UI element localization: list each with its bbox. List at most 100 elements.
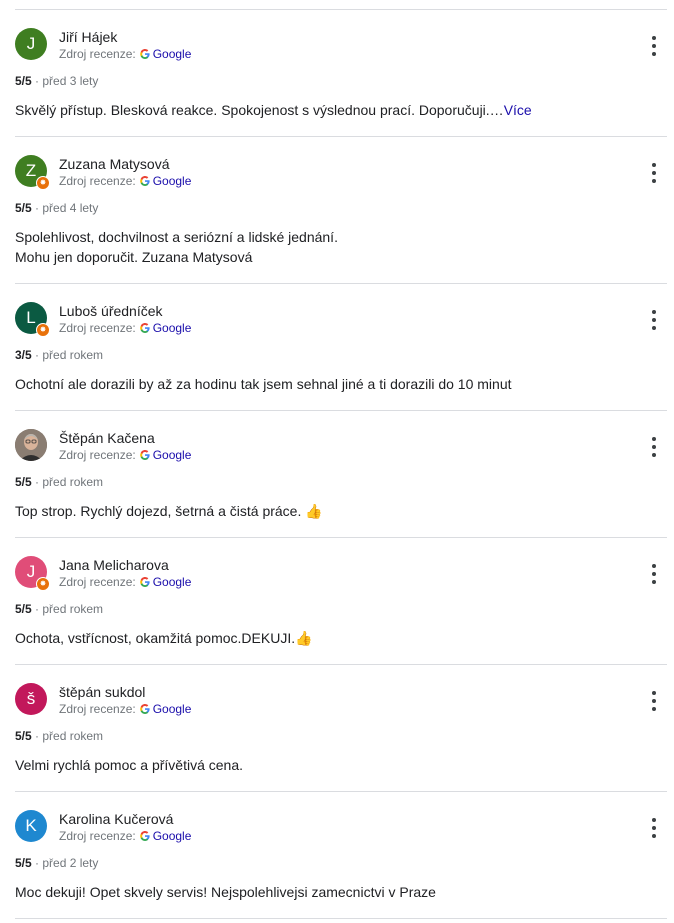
local-guide-badge-icon: ✸	[36, 323, 50, 337]
review-time: před 4 lety	[42, 201, 99, 215]
review-meta: 5/5 · před rokem	[15, 475, 104, 489]
review-text-body: Skvělý přístup. Blesková reakce. Spokoje…	[15, 102, 504, 118]
source-label: Zdroj recenze:	[59, 702, 136, 716]
google-link[interactable]: Google	[153, 575, 192, 589]
local-guide-badge-icon: ✸	[36, 176, 50, 190]
review-item: L ✸ Luboš úředníček Zdroj recenze: Google …	[15, 284, 667, 411]
review-item: K Karolina Kučerová Zdroj recenze: Google…	[15, 792, 667, 919]
google-icon	[139, 323, 150, 333]
reviewer-name[interactable]: Karolina Kučerová	[59, 811, 173, 827]
review-source: Zdroj recenze: Google	[59, 702, 191, 716]
source-label: Zdroj recenze:	[59, 174, 136, 188]
rating: 5/5	[15, 74, 32, 88]
dot	[652, 171, 656, 175]
review-source: Zdroj recenze: Google	[59, 321, 191, 335]
review-text-line: Mohu jen doporučit. Zuzana Matysová	[15, 249, 253, 265]
dot	[652, 36, 656, 40]
google-icon	[139, 577, 150, 587]
google-link[interactable]: Google	[153, 702, 192, 716]
reviewer-name[interactable]: Jana Melicharova	[59, 557, 169, 573]
reviewer-name[interactable]: Jiří Hájek	[59, 29, 117, 45]
avatar-initial: Z	[25, 161, 37, 180]
source-label: Zdroj recenze:	[59, 47, 136, 61]
more-link[interactable]: Více	[504, 102, 532, 118]
google-icon	[139, 831, 150, 841]
more-options-button[interactable]	[644, 163, 664, 183]
reviewer-name[interactable]: Štěpán Kačena	[59, 430, 155, 446]
rating: 5/5	[15, 856, 32, 870]
dot	[652, 699, 656, 703]
review-time: před rokem	[42, 602, 104, 616]
review-source: Zdroj recenze: Google	[59, 174, 191, 188]
reviews-list: J Jiří Hájek Zdroj recenze: Google 5/5 · …	[15, 9, 667, 919]
dot	[652, 44, 656, 48]
avatar[interactable]	[15, 429, 47, 461]
google-link[interactable]: Google	[153, 321, 192, 335]
more-options-button[interactable]	[644, 691, 664, 711]
dot	[652, 564, 656, 568]
reviewer-name[interactable]: Luboš úředníček	[59, 303, 163, 319]
review-text: Spolehlivost, dochvilnost a seriózní a l…	[15, 227, 338, 267]
avatar[interactable]: J ✸	[15, 556, 50, 591]
dot	[652, 326, 656, 330]
profile-photo	[15, 429, 47, 461]
dot	[652, 179, 656, 183]
more-options-button[interactable]	[644, 437, 664, 457]
avatar[interactable]: J	[15, 28, 47, 60]
review-text: Ochota, vstřícnost, okamžitá pomoc.DEKUJ…	[15, 630, 313, 646]
dot	[652, 453, 656, 457]
review-meta: 5/5 · před 2 lety	[15, 856, 99, 870]
dot	[652, 826, 656, 830]
review-item: J ✸ Jana Melicharova Zdroj recenze: Google…	[15, 538, 667, 665]
more-options-button[interactable]	[644, 36, 664, 56]
avatar[interactable]: K	[15, 810, 47, 842]
review-text: Top strop. Rychlý dojezd, šetrná a čistá…	[15, 503, 323, 519]
more-options-button[interactable]	[644, 818, 664, 838]
avatar[interactable]: L ✸	[15, 302, 50, 337]
review-meta: 5/5 · před rokem	[15, 602, 104, 616]
review-time: před 2 lety	[42, 856, 99, 870]
review-meta: 3/5 · před rokem	[15, 348, 104, 362]
avatar[interactable]: Z ✸	[15, 155, 50, 190]
avatar-initial: L	[26, 308, 36, 327]
rating: 3/5	[15, 348, 32, 362]
dot	[652, 52, 656, 56]
dot	[652, 691, 656, 695]
more-options-button[interactable]	[644, 310, 664, 330]
reviewer-name[interactable]: štěpán sukdol	[59, 684, 145, 700]
rating: 5/5	[15, 729, 32, 743]
review-source: Zdroj recenze: Google	[59, 575, 191, 589]
source-label: Zdroj recenze:	[59, 321, 136, 335]
review-text: Skvělý přístup. Blesková reakce. Spokoje…	[15, 100, 532, 120]
google-link[interactable]: Google	[153, 47, 192, 61]
google-icon	[139, 450, 150, 460]
review-text: Velmi rychlá pomoc a přívětivá cena.	[15, 757, 243, 773]
dot	[652, 318, 656, 322]
google-icon	[139, 704, 150, 714]
review-text: Ochotní ale dorazili by až za hodinu tak…	[15, 376, 512, 392]
google-link[interactable]: Google	[153, 829, 192, 843]
reviewer-name[interactable]: Zuzana Matysová	[59, 156, 170, 172]
google-icon	[139, 176, 150, 186]
review-time: před rokem	[42, 348, 104, 362]
review-text: Moc dekuji! Opet skvely servis! Nejspole…	[15, 884, 436, 900]
rating: 5/5	[15, 602, 32, 616]
rating: 5/5	[15, 201, 32, 215]
source-label: Zdroj recenze:	[59, 575, 136, 589]
avatar-initial: J	[26, 562, 36, 581]
more-options-button[interactable]	[644, 564, 664, 584]
review-source: Zdroj recenze: Google	[59, 829, 191, 843]
review-source: Zdroj recenze: Google	[59, 448, 191, 462]
review-meta: 5/5 · před 4 lety	[15, 201, 99, 215]
review-item: Štěpán Kačena Zdroj recenze: Google 5/5 ·…	[15, 411, 667, 538]
review-time: před rokem	[42, 475, 104, 489]
avatar[interactable]: š	[15, 683, 47, 715]
google-link[interactable]: Google	[153, 448, 192, 462]
google-icon	[139, 49, 150, 59]
review-item: Z ✸ Zuzana Matysová Zdroj recenze: Google …	[15, 137, 667, 284]
source-label: Zdroj recenze:	[59, 448, 136, 462]
source-label: Zdroj recenze:	[59, 829, 136, 843]
dot	[652, 572, 656, 576]
google-link[interactable]: Google	[153, 174, 192, 188]
dot	[652, 834, 656, 838]
